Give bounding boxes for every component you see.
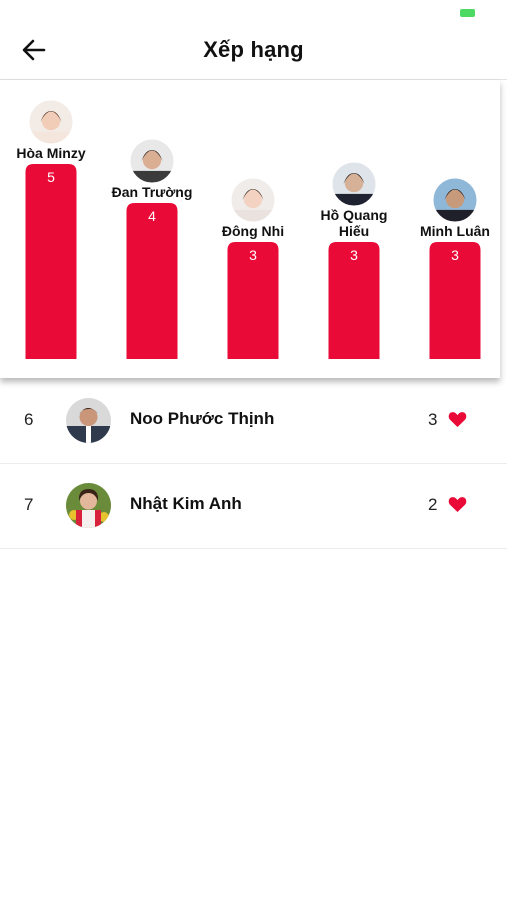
bar-value-label: 3 [451, 247, 459, 263]
ranking-list: 6 Noo Phước Thịnh 3 7 Nhật Kim Anh 2 [0, 379, 507, 549]
heart-icon[interactable] [448, 496, 467, 513]
artist-label: Hồ Quang [321, 207, 388, 223]
bar-value-label: 3 [350, 247, 358, 263]
artist-label: Hòa Minzy [16, 145, 85, 161]
artist-label: Đan Trường [112, 184, 193, 200]
artist-name: Nhật Kim Anh [130, 494, 242, 513]
bar-1[interactable] [25, 164, 77, 359]
ranking-chart-panel: 5 Hòa Minzy 4 Đan Trường 3 Đông Nhi 3 Hồ Quang H… [0, 80, 500, 378]
page-title: Xếp hạng [203, 37, 304, 62]
artist-label: Đông Nhi [222, 223, 284, 239]
rank-number: 7 [24, 495, 34, 514]
app-header: Xếp hạng [0, 0, 507, 80]
bar-value-label: 4 [148, 208, 156, 224]
ranking-bar-chart: 5 Hòa Minzy 4 Đan Trường 3 Đông Nhi 3 Hồ QuangH… [16, 99, 490, 359]
vote-count: 3 [428, 410, 438, 429]
list-item[interactable]: 7 Nhật Kim Anh 2 [0, 464, 507, 549]
bar-2[interactable] [126, 203, 178, 359]
bar-value-label: 5 [47, 169, 55, 185]
artist-label: Minh Luân [420, 223, 490, 239]
avatar [66, 483, 111, 528]
bar-value-label: 3 [249, 247, 257, 263]
artist-name: Noo Phước Thịnh [130, 409, 275, 428]
heart-icon[interactable] [448, 411, 467, 428]
artist-label: Hiếu [339, 223, 369, 239]
vote-count: 2 [428, 495, 438, 514]
avatar [66, 398, 111, 443]
rank-number: 6 [24, 410, 34, 429]
list-item[interactable]: 6 Noo Phước Thịnh 3 [0, 379, 507, 464]
